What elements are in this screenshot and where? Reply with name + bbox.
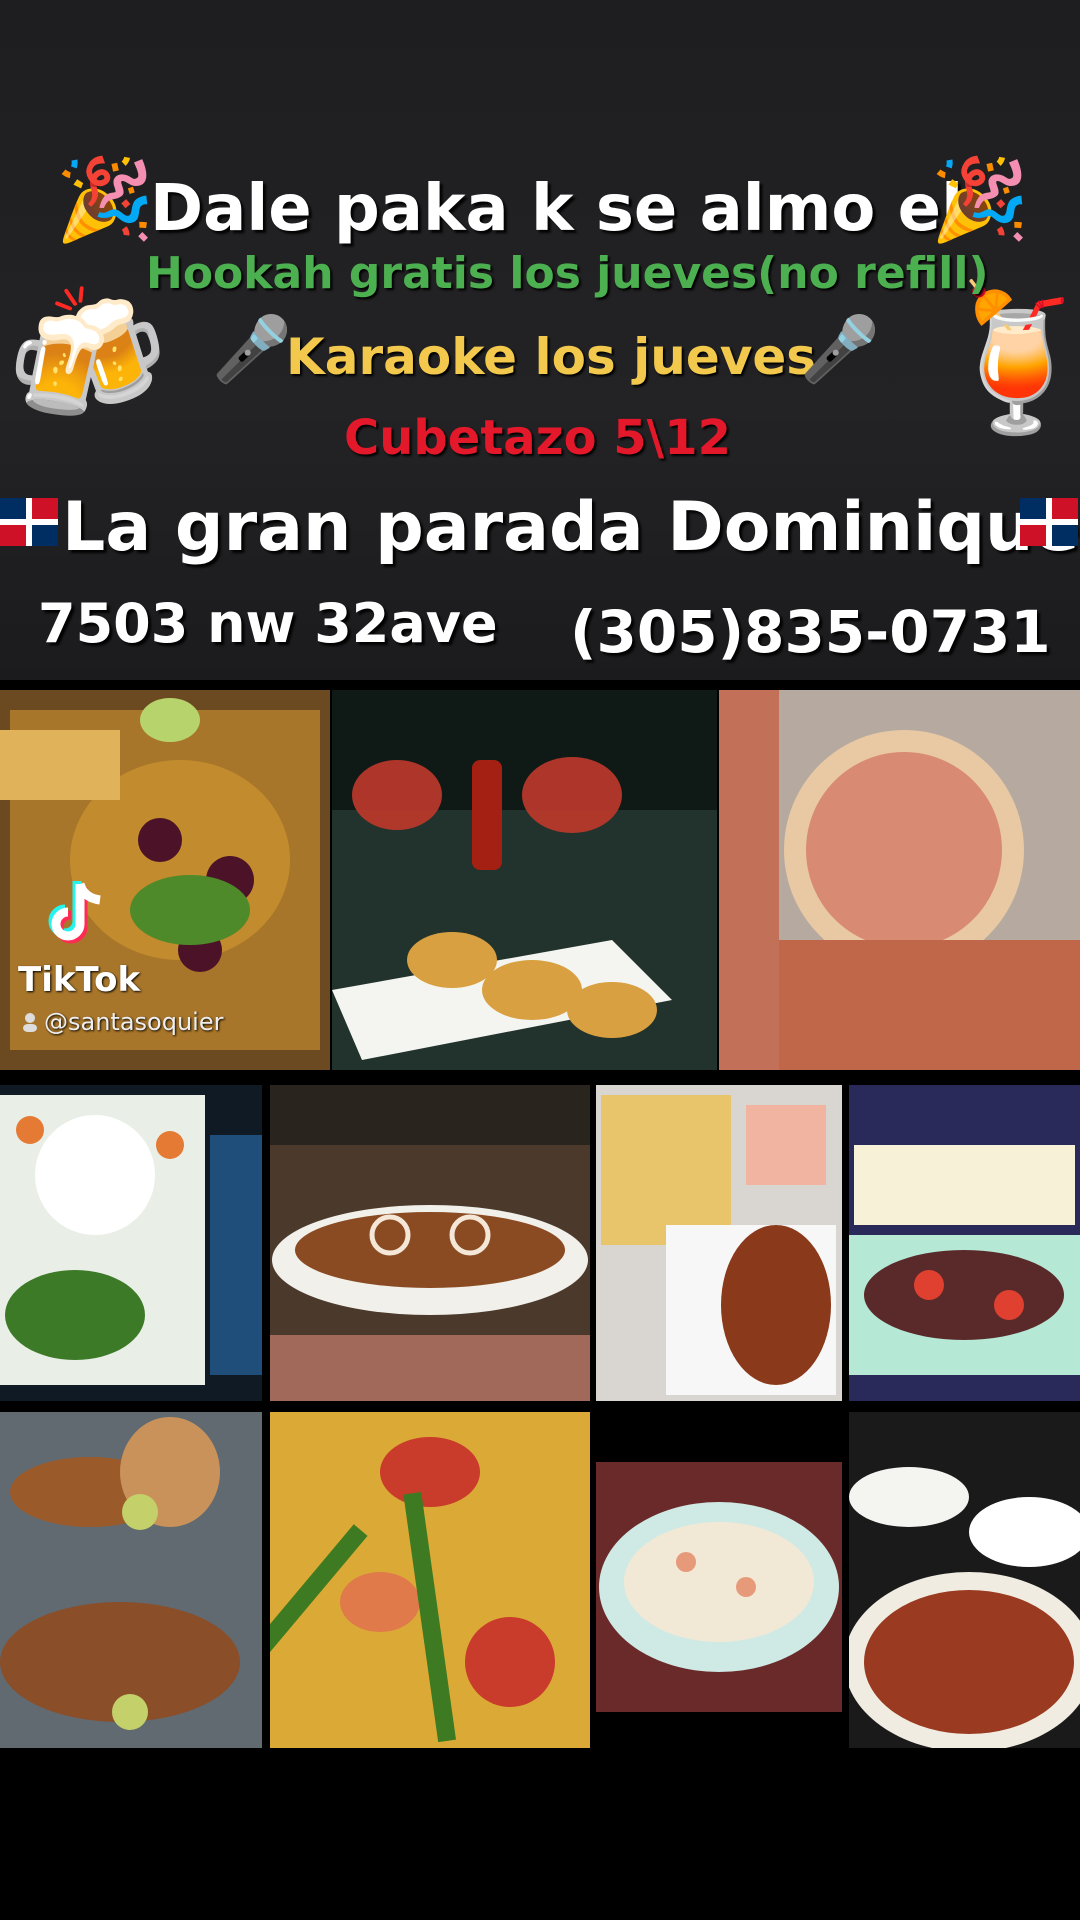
phone: (305)835-0731 — [570, 598, 1051, 666]
food-photo-rice-shrimp — [270, 1412, 590, 1748]
food-photo-fried-fish — [0, 1412, 262, 1748]
food-photo-chicken-tostones — [270, 1085, 590, 1401]
dominican-flag-icon — [1020, 498, 1078, 546]
address: 7503 nw 32ave — [38, 592, 498, 655]
party-popper-icon: 🎉 — [930, 153, 1030, 246]
food-photo-fish-fries — [596, 1085, 842, 1401]
party-popper-icon: 🎉 — [55, 153, 155, 246]
promo-hookah: Hookah gratis los jueves(no refill) — [146, 248, 989, 299]
venue-name: La gran parada Dominique — [62, 488, 1080, 567]
user-icon — [22, 1012, 38, 1032]
food-photo-ceviche-tostones — [332, 690, 717, 1070]
tiktok-handle: @santasoquier — [44, 1008, 224, 1036]
promo-karaoke: Karaoke los jueves — [286, 328, 817, 386]
food-photo-shrimp-ring — [719, 690, 1080, 1070]
microphone-icon: 🎤 — [800, 313, 880, 387]
food-photo-rice-salad — [0, 1085, 262, 1401]
promo-cubetazo: Cubetazo 5\12 — [344, 410, 731, 466]
food-photo-fish-salad — [849, 1085, 1080, 1401]
tropical-cocktail-icon: 🍹 — [930, 278, 1080, 441]
food-photo-stew-table — [849, 1412, 1080, 1748]
dominican-flag-icon — [0, 498, 58, 546]
microphone-icon: 🎤 — [212, 313, 292, 387]
tiktok-brand: TikTok — [18, 960, 141, 1000]
beer-mugs-icon: 🍻 — [6, 279, 168, 431]
food-photo-shrimp-pasta — [596, 1412, 842, 1748]
headline: Dale paka k se almo el — [150, 172, 963, 246]
tiktok-logo-icon — [48, 880, 108, 950]
